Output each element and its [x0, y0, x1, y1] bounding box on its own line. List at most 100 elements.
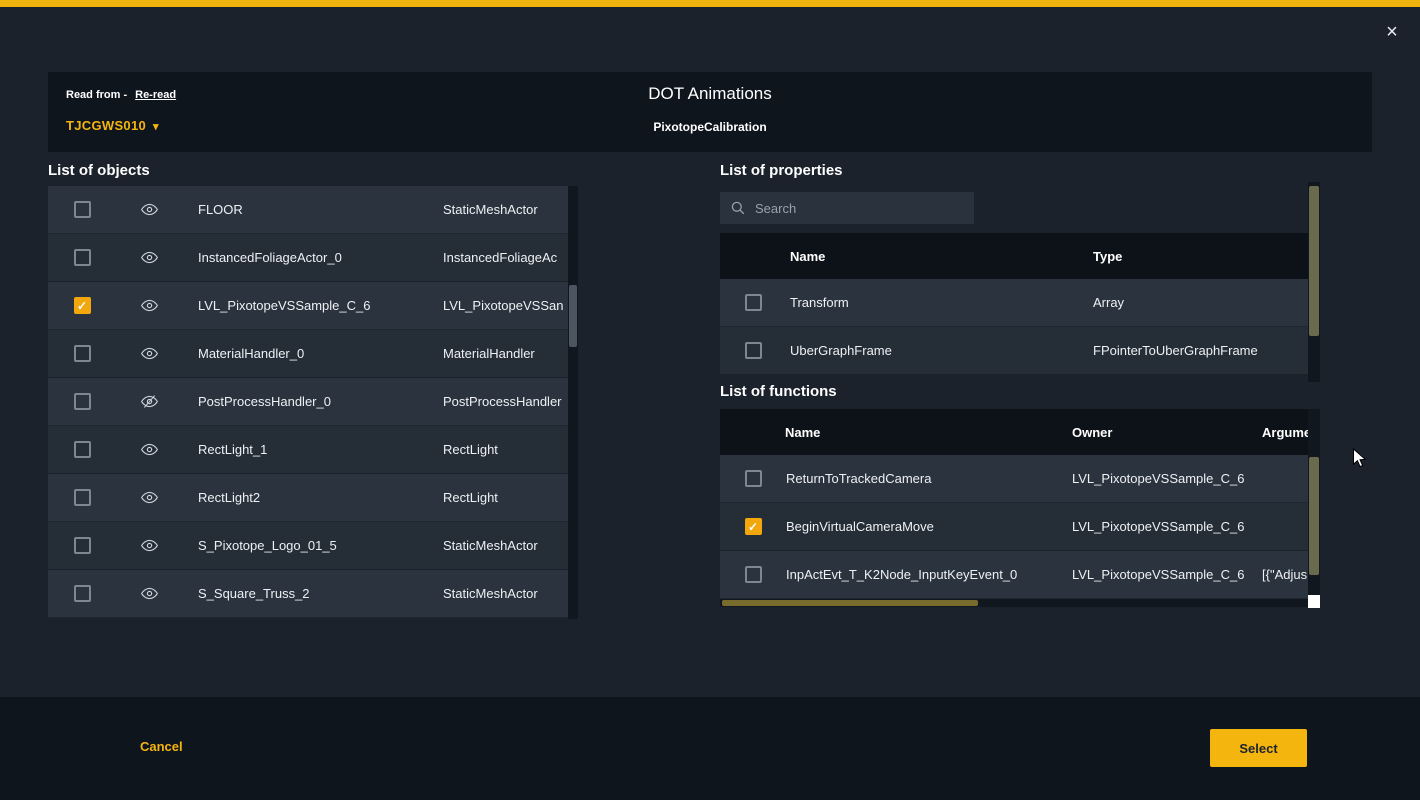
object-name: RectLight_1: [182, 442, 443, 457]
objects-scrollbar[interactable]: [568, 186, 578, 619]
objects-heading: List of objects: [48, 162, 150, 179]
properties-scrollbar[interactable]: [1308, 182, 1320, 382]
functions-horizontal-scrollbar[interactable]: [720, 599, 1308, 607]
object-row[interactable]: FLOOR StaticMeshActor: [48, 186, 578, 234]
object-row-checkbox[interactable]: [74, 489, 91, 506]
object-name: S_Pixotope_Logo_01_5: [182, 538, 443, 553]
object-row-checkbox[interactable]: [74, 441, 91, 458]
visibility-eye-icon[interactable]: [140, 536, 159, 555]
function-row-checkbox[interactable]: [745, 518, 762, 535]
property-row[interactable]: Transform Array: [720, 279, 1308, 327]
object-row-checkbox[interactable]: [74, 537, 91, 554]
visibility-eye-icon[interactable]: [140, 392, 159, 411]
properties-search-box[interactable]: [720, 192, 974, 224]
functions-col-owner: Owner: [1072, 425, 1262, 440]
visibility-eye-icon[interactable]: [140, 344, 159, 363]
function-row[interactable]: BeginVirtualCameraMove LVL_PixotopeVSSam…: [720, 503, 1308, 551]
property-type: FPointerToUberGraphFrame: [1093, 343, 1308, 358]
dialog-footer: Cancel Select: [0, 697, 1420, 800]
visibility-eye-icon[interactable]: [140, 488, 159, 507]
object-row[interactable]: MaterialHandler_0 MaterialHandler: [48, 330, 578, 378]
visibility-eye-icon[interactable]: [140, 584, 159, 603]
cancel-button[interactable]: Cancel: [140, 739, 183, 754]
object-type: MaterialHandler: [443, 346, 578, 361]
object-type: PostProcessHandler: [443, 394, 578, 409]
objects-table: FLOOR StaticMeshActor InstancedFoliageAc…: [48, 186, 578, 619]
properties-rows: Transform Array UberGraphFrame FPointerT…: [720, 279, 1308, 375]
functions-vertical-scrollbar-thumb[interactable]: [1309, 457, 1319, 575]
objects-rows: FLOOR StaticMeshActor InstancedFoliageAc…: [48, 186, 578, 618]
property-row[interactable]: UberGraphFrame FPointerToUberGraphFrame: [720, 327, 1308, 375]
object-type: StaticMeshActor: [443, 586, 578, 601]
object-type: RectLight: [443, 490, 578, 505]
function-row-checkbox[interactable]: [745, 566, 762, 583]
visibility-eye-icon[interactable]: [140, 200, 159, 219]
properties-col-name: Name: [790, 249, 1093, 264]
function-owner: LVL_PixotopeVSSample_C_6: [1072, 519, 1262, 534]
object-type: RectLight: [443, 442, 578, 457]
object-row-checkbox[interactable]: [74, 585, 91, 602]
function-name: BeginVirtualCameraMove: [786, 519, 1072, 534]
property-type: Array: [1093, 295, 1308, 310]
object-name: MaterialHandler_0: [182, 346, 443, 361]
object-row[interactable]: LVL_PixotopeVSSample_C_6 LVL_PixotopeVSS…: [48, 282, 578, 330]
object-row-checkbox[interactable]: [74, 201, 91, 218]
object-name: RectLight2: [182, 490, 443, 505]
object-row[interactable]: PostProcessHandler_0 PostProcessHandler: [48, 378, 578, 426]
visibility-eye-icon[interactable]: [140, 296, 159, 315]
property-name: UberGraphFrame: [786, 343, 1093, 358]
object-name: S_Square_Truss_2: [182, 586, 443, 601]
functions-table: Name Owner Arguments ReturnToTrackedCame…: [720, 409, 1308, 599]
function-owner: LVL_PixotopeVSSample_C_6: [1072, 471, 1262, 486]
title-block: DOT Animations PixotopeCalibration: [48, 84, 1372, 134]
select-button[interactable]: Select: [1210, 729, 1307, 767]
properties-scrollbar-thumb[interactable]: [1309, 186, 1319, 336]
object-name: InstancedFoliageActor_0: [182, 250, 443, 265]
visibility-eye-icon[interactable]: [140, 440, 159, 459]
property-row-checkbox[interactable]: [745, 342, 762, 359]
function-row[interactable]: ReturnToTrackedCamera LVL_PixotopeVSSamp…: [720, 455, 1308, 503]
functions-col-arguments: Arguments: [1262, 425, 1308, 440]
search-icon: [730, 200, 746, 216]
property-name: Transform: [786, 295, 1093, 310]
object-row-checkbox[interactable]: [74, 345, 91, 362]
dot-animations-dialog: × Read from -Re-read TJCGWS010▾ DOT Anim…: [0, 0, 1420, 800]
object-row[interactable]: RectLight2 RectLight: [48, 474, 578, 522]
object-name: PostProcessHandler_0: [182, 394, 443, 409]
dialog-title: DOT Animations: [48, 84, 1372, 104]
functions-col-name: Name: [785, 425, 1072, 440]
dialog-header: Read from -Re-read TJCGWS010▾ DOT Animat…: [48, 72, 1372, 152]
object-row[interactable]: InstancedFoliageActor_0 InstancedFoliage…: [48, 234, 578, 282]
properties-heading: List of properties: [720, 162, 843, 179]
object-type: StaticMeshActor: [443, 202, 578, 217]
scrollbar-corner: [1308, 595, 1320, 608]
object-row-checkbox[interactable]: [74, 297, 91, 314]
function-name: InpActEvt_T_K2Node_InputKeyEvent_0: [786, 567, 1072, 582]
property-row-checkbox[interactable]: [745, 294, 762, 311]
function-row-checkbox[interactable]: [745, 470, 762, 487]
mouse-cursor: [1352, 448, 1371, 470]
functions-horizontal-scrollbar-thumb[interactable]: [722, 600, 978, 606]
object-type: StaticMeshActor: [443, 538, 578, 553]
visibility-eye-icon[interactable]: [140, 248, 159, 267]
object-row-checkbox[interactable]: [74, 249, 91, 266]
function-name: ReturnToTrackedCamera: [786, 471, 1072, 486]
function-arguments: [{"Adjus: [1262, 567, 1308, 582]
object-name: LVL_PixotopeVSSample_C_6: [182, 298, 443, 313]
object-row-checkbox[interactable]: [74, 393, 91, 410]
properties-table-header: Name Type: [720, 233, 1308, 279]
object-type: InstancedFoliageAc: [443, 250, 578, 265]
search-input[interactable]: [755, 201, 964, 216]
functions-table-header: Name Owner Arguments: [720, 409, 1308, 455]
dialog-subtitle: PixotopeCalibration: [48, 120, 1372, 134]
object-row[interactable]: S_Pixotope_Logo_01_5 StaticMeshActor: [48, 522, 578, 570]
function-owner: LVL_PixotopeVSSample_C_6: [1072, 567, 1262, 582]
object-row[interactable]: RectLight_1 RectLight: [48, 426, 578, 474]
object-row[interactable]: S_Square_Truss_2 StaticMeshActor: [48, 570, 578, 618]
functions-vertical-scrollbar[interactable]: [1308, 409, 1320, 595]
function-row[interactable]: InpActEvt_T_K2Node_InputKeyEvent_0 LVL_P…: [720, 551, 1308, 599]
properties-table: Name Type Transform Array UberGraphFrame…: [720, 233, 1308, 375]
objects-scrollbar-thumb[interactable]: [569, 285, 577, 347]
functions-rows: ReturnToTrackedCamera LVL_PixotopeVSSamp…: [720, 455, 1308, 599]
close-icon[interactable]: ×: [1380, 20, 1404, 44]
